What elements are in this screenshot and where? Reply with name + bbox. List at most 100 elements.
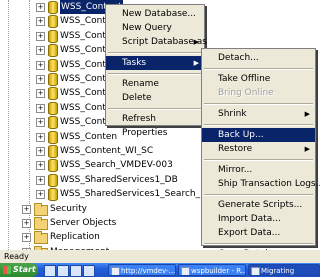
windows-logo-icon: [3, 266, 11, 274]
expand-toggle[interactable]: +: [36, 75, 45, 84]
tree-database-node[interactable]: + WSS_Conten: [0, 58, 117, 72]
task-item-back-up[interactable]: Back Up...: [202, 128, 315, 142]
taskbar-window-button[interactable]: Migrating: [248, 264, 320, 276]
task-item-restore[interactable]: Restore ▶: [202, 142, 315, 156]
menu-item-script-database-as[interactable]: Script Database as ▶: [106, 35, 207, 49]
window-icon: [181, 267, 190, 275]
expand-toggle[interactable]: +: [36, 132, 45, 142]
quick-launch-desktop-icon[interactable]: [44, 265, 56, 277]
menu-item-label: Export Data...: [218, 228, 281, 238]
tree-database-node[interactable]: + WSS_Content: [0, 0, 123, 14]
menu-item-label: Bring Online: [218, 88, 274, 98]
menu-item-rename[interactable]: Rename: [106, 77, 204, 91]
task-item-detach[interactable]: Detach...: [202, 51, 315, 65]
tree-database-node[interactable]: + WSS_Search_VMDEV-003: [0, 158, 173, 173]
tree-database-node[interactable]: + WSS_Conten: [0, 115, 117, 130]
menu-item-refresh[interactable]: Refresh: [106, 112, 204, 126]
tree-folder-node[interactable]: + Replication: [0, 230, 150, 245]
menu-item-properties[interactable]: Properties: [106, 126, 204, 140]
tasks-submenu: Detach... Take Offline Bring Online Shrink ▶…: [201, 48, 320, 259]
menu-item-label: Refresh: [122, 114, 156, 124]
folder-icon: [34, 202, 48, 216]
expand-toggle[interactable]: +: [36, 190, 45, 200]
database-icon: [48, 101, 58, 115]
tree-database-node[interactable]: + WSS_Conten: [0, 43, 117, 58]
menu-separator: [108, 52, 202, 54]
expand-toggle[interactable]: +: [22, 219, 31, 228]
expand-toggle[interactable]: +: [36, 31, 45, 41]
database-label: WSS_Content_WI_SC: [60, 146, 154, 156]
menu-separator: [204, 243, 313, 245]
task-item-import-data[interactable]: Import Data...: [202, 212, 315, 226]
menu-separator: [204, 159, 313, 161]
start-label: Start: [13, 265, 36, 274]
menu-item-new-database[interactable]: New Database...: [106, 7, 204, 21]
menu-item-label: Delete: [122, 93, 152, 103]
task-item-export-data[interactable]: Export Data...: [202, 226, 315, 240]
tree-database-node[interactable]: + WSS_Conten: [0, 14, 117, 29]
menu-item-new-query[interactable]: New Query: [106, 21, 204, 35]
menu-item-delete[interactable]: Delete: [106, 91, 204, 105]
menu-item-label: Shrink: [218, 109, 247, 119]
menu-item-tasks[interactable]: Tasks ▶: [106, 56, 204, 70]
database-label: WSS_Search_VMDEV-003: [60, 160, 173, 171]
expand-toggle[interactable]: +: [36, 17, 45, 27]
database-icon: [48, 58, 58, 72]
submenu-arrow-icon: ▶: [193, 59, 199, 67]
database-icon: [48, 87, 58, 101]
menu-item-label: Import Data...: [218, 214, 281, 224]
quick-launch-sql-icon[interactable]: [70, 265, 82, 277]
expand-toggle[interactable]: +: [36, 46, 45, 56]
tree-folder-node[interactable]: + Server Objects: [0, 216, 150, 230]
database-icon: [48, 159, 58, 173]
expand-toggle[interactable]: +: [36, 175, 45, 185]
tree-database-node[interactable]: + WSS_Conten: [0, 130, 117, 144]
taskbar-window-button[interactable]: wspbuilder - R...: [178, 264, 246, 276]
folder-label: Replication: [50, 232, 100, 243]
task-item-bring-online: Bring Online: [202, 86, 315, 100]
tree-database-node[interactable]: + WSS_Conten: [0, 29, 117, 43]
tree-database-node[interactable]: + WSS_Conten: [0, 101, 117, 115]
expand-toggle[interactable]: +: [36, 118, 45, 128]
menu-item-label: New Database...: [122, 9, 197, 19]
quick-launch-ie-icon[interactable]: [83, 265, 95, 277]
taskbar-window-button[interactable]: http://vmdev-...: [108, 264, 176, 276]
menu-separator: [204, 103, 313, 105]
folder-icon: [34, 217, 48, 230]
expand-toggle[interactable]: +: [36, 3, 45, 12]
task-item-shrink[interactable]: Shrink ▶: [202, 107, 315, 121]
expand-toggle[interactable]: +: [36, 89, 45, 99]
task-item-generate-scripts[interactable]: Generate Scripts...: [202, 198, 315, 212]
tree-database-node[interactable]: + WSS_SharedServices1_DB: [0, 173, 178, 187]
expand-toggle[interactable]: +: [36, 103, 45, 113]
window-icon: [111, 267, 120, 275]
expand-toggle[interactable]: +: [22, 233, 31, 243]
database-icon: [48, 130, 58, 144]
task-item-take-offline[interactable]: Take Offline: [202, 72, 315, 86]
expand-toggle[interactable]: +: [36, 60, 45, 70]
database-icon: [48, 173, 58, 187]
menu-separator: [108, 108, 202, 110]
tree-database-node[interactable]: + WSS_SharedServices1_Search_DB: [0, 187, 213, 202]
expand-toggle[interactable]: +: [36, 147, 45, 156]
expand-toggle[interactable]: +: [22, 204, 31, 214]
start-button[interactable]: Start: [0, 263, 38, 277]
expand-toggle[interactable]: +: [36, 161, 45, 171]
tree-database-node[interactable]: + WSS_Conten: [0, 72, 117, 86]
window-icon: [251, 267, 260, 275]
menu-item-label: Tasks: [122, 58, 147, 68]
task-item-ship-transaction-logs[interactable]: Ship Transaction Logs...: [202, 177, 320, 191]
menu-item-label: Rename: [122, 79, 159, 89]
tree-folder-node[interactable]: + Security: [0, 202, 150, 216]
status-bar: Ready: [0, 250, 320, 263]
task-item-mirror[interactable]: Mirror...: [202, 163, 315, 177]
menu-item-label: Detach...: [218, 53, 259, 63]
quick-launch-explorer-icon[interactable]: [57, 265, 69, 277]
database-label: WSS_SharedServices1_DB: [60, 174, 178, 185]
submenu-arrow-icon: ▶: [304, 145, 310, 153]
menu-item-label: Mirror...: [218, 165, 253, 175]
taskbar-window-label: http://vmdev-...: [121, 267, 176, 275]
windows-taskbar: Start http://vmdev-... wspbuilder - R... M…: [0, 263, 320, 277]
tree-database-node[interactable]: + WSS_Content_WI_SC: [0, 144, 153, 158]
tree-database-node[interactable]: + WSS_Conten: [0, 86, 117, 101]
